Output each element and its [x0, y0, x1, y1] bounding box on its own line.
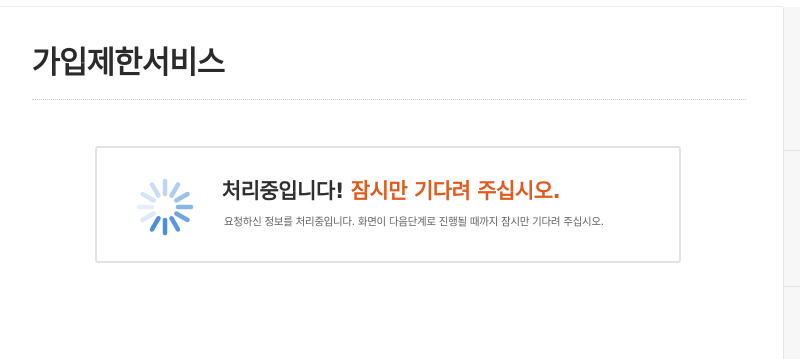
loading-spinner-icon [136, 178, 194, 236]
right-side-panel [783, 7, 800, 359]
spinner-tick [149, 182, 161, 198]
right-panel-divider [784, 150, 800, 151]
spinner-tick [174, 211, 190, 223]
top-divider [0, 6, 783, 7]
spinner-tick [140, 191, 156, 203]
processing-description: 요청하신 정보를 처리중입니다. 화면이 다음단계로 진행될 때까지 잠시만 기… [224, 216, 604, 228]
headline-main-text: 처리중입니다! [222, 179, 345, 203]
right-panel-divider [784, 286, 800, 287]
title-divider [32, 99, 746, 100]
spinner-tick [174, 191, 190, 203]
spinner-tick [149, 216, 161, 232]
processing-headline: 처리중입니다! 잠시만 기다려 주십시오. [222, 176, 561, 206]
spinner-tick [169, 216, 181, 232]
spinner-tick [140, 211, 156, 223]
spinner-tick [169, 182, 181, 198]
page-title: 가입제한서비스 [32, 45, 226, 81]
headline-accent-text: 잠시만 기다려 주십시오. [350, 179, 561, 203]
